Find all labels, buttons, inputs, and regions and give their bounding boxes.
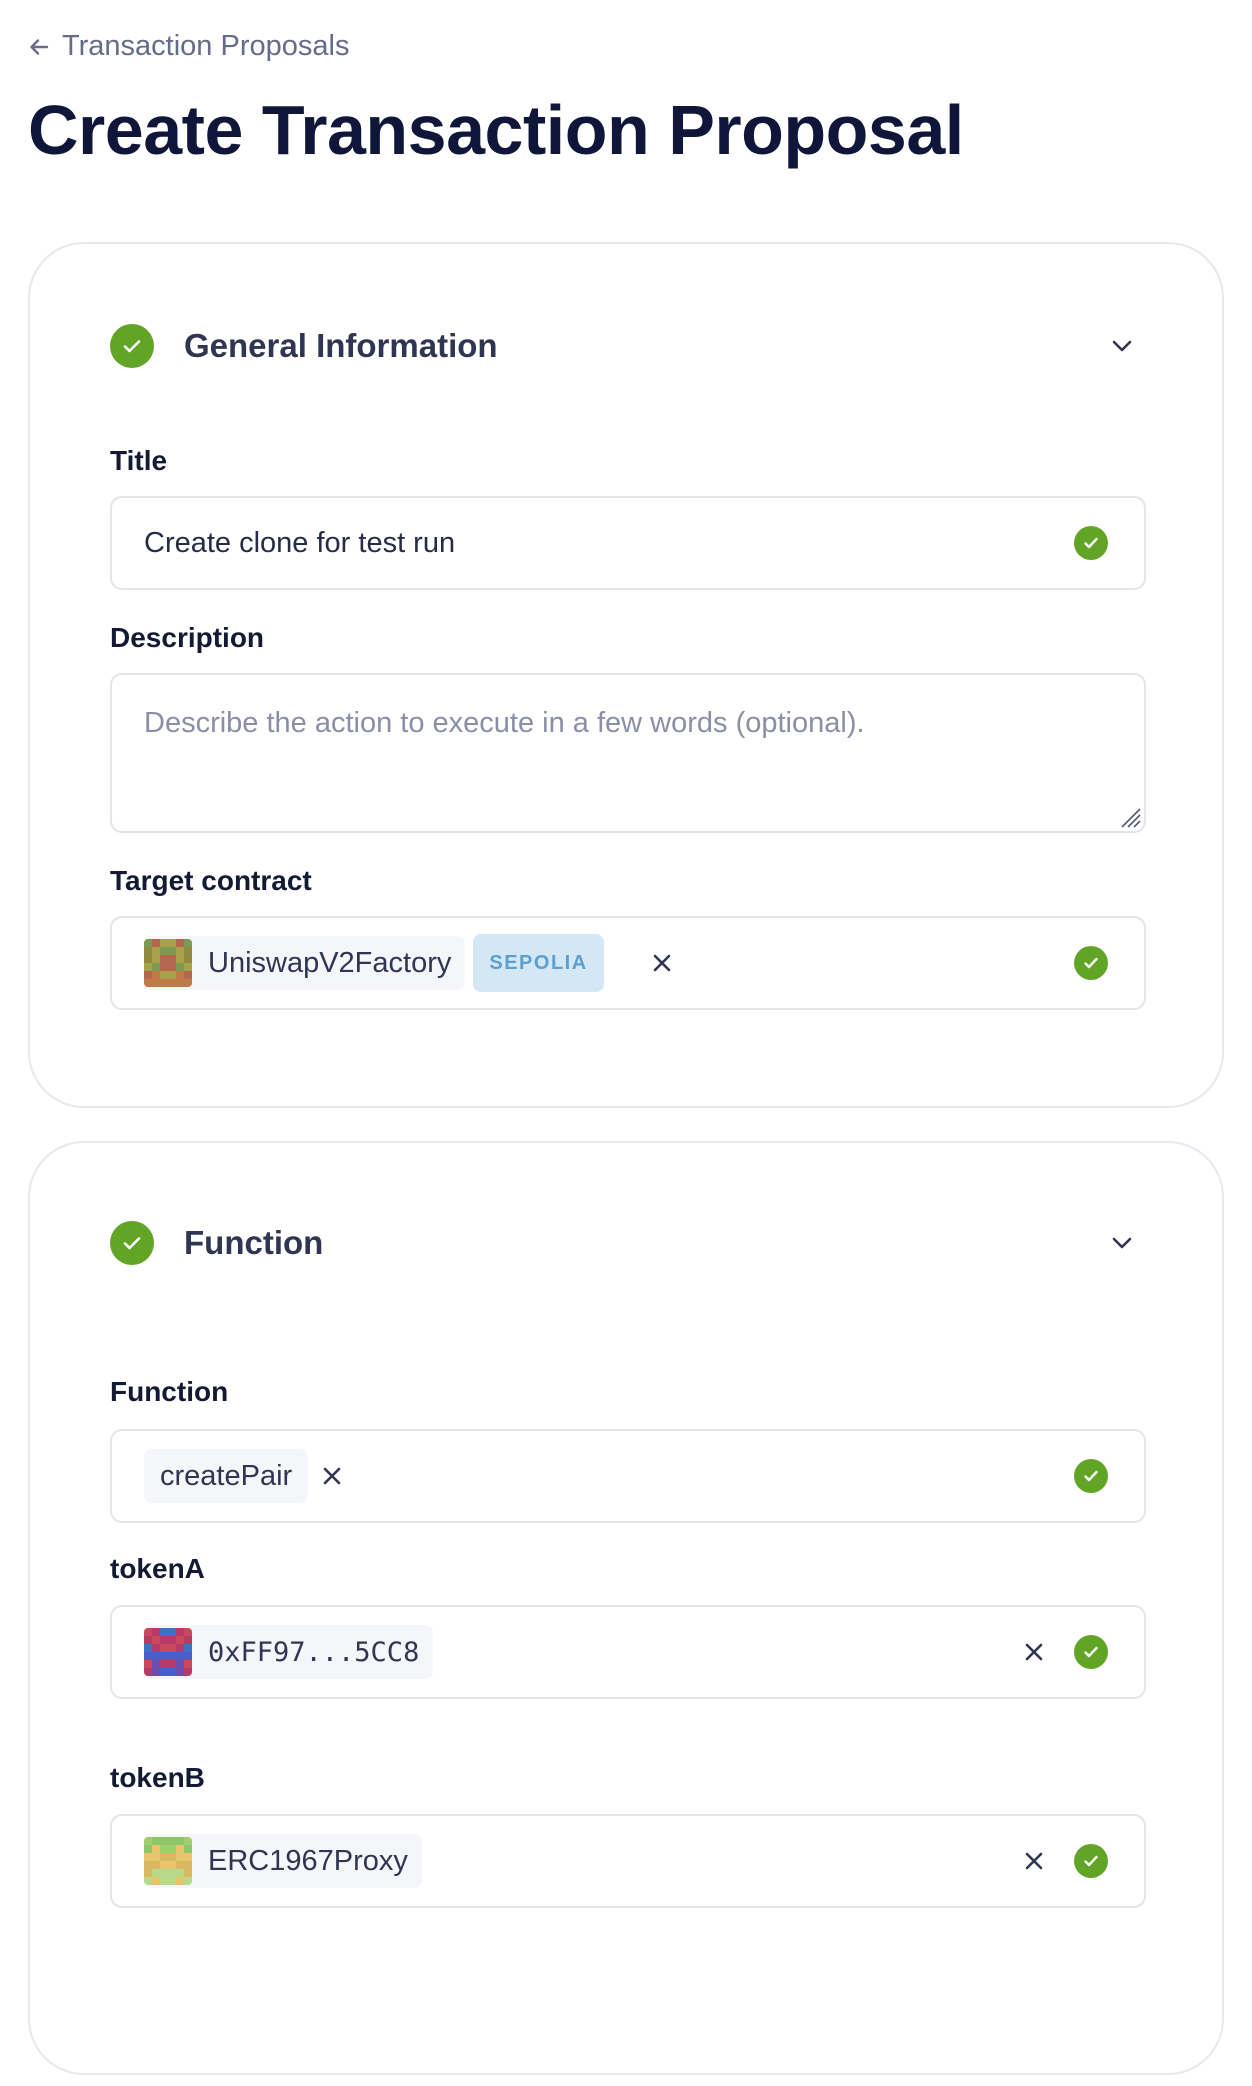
network-badge: SEPOLIA xyxy=(473,934,604,992)
tokenA-address: 0xFF97...5CC8 xyxy=(208,1636,420,1668)
description-placeholder: Describe the action to execute in a few … xyxy=(144,707,865,739)
target-contract-select[interactable]: UniswapV2Factory SEPOLIA xyxy=(110,916,1146,1010)
contract-chip: UniswapV2Factory xyxy=(144,936,466,990)
contract-name: UniswapV2Factory xyxy=(208,946,452,979)
close-icon[interactable] xyxy=(1016,1634,1052,1670)
title-input[interactable]: Create clone for test run xyxy=(110,496,1146,590)
tokenB-avatar xyxy=(144,1837,192,1885)
general-information-card: General Information Title Create clone f… xyxy=(28,242,1224,1108)
tokenA-chip: 0xFF97...5CC8 xyxy=(144,1625,434,1679)
function-name: createPair xyxy=(160,1459,293,1492)
title-label: Title xyxy=(110,445,168,476)
check-circle-icon xyxy=(1074,946,1108,980)
target-contract-label: Target contract xyxy=(110,865,312,896)
function-card: Function Function createPair tokenA 0xFF… xyxy=(28,1141,1224,2075)
title-input-value: Create clone for test run xyxy=(144,526,456,559)
check-circle-icon xyxy=(110,324,154,368)
tokenA-input[interactable]: 0xFF97...5CC8 xyxy=(110,1605,1146,1699)
tokenB-name: ERC1967Proxy xyxy=(208,1844,408,1877)
close-icon[interactable] xyxy=(314,1458,350,1494)
tokenB-label: tokenB xyxy=(110,1762,205,1793)
chevron-down-icon[interactable] xyxy=(1102,1223,1142,1263)
description-textarea[interactable]: Describe the action to execute in a few … xyxy=(110,673,1146,833)
check-circle-icon xyxy=(1074,1459,1108,1493)
description-label: Description xyxy=(110,622,265,653)
close-icon[interactable] xyxy=(644,945,680,981)
function-select[interactable]: createPair xyxy=(110,1429,1146,1523)
function-label: Function xyxy=(110,1376,229,1407)
function-chip: createPair xyxy=(144,1449,309,1503)
tokenA-label: tokenA xyxy=(110,1553,205,1584)
arrow-left-icon xyxy=(28,36,50,58)
tokenB-input[interactable]: ERC1967Proxy xyxy=(110,1814,1146,1908)
back-link[interactable]: Transaction Proposals xyxy=(28,30,349,63)
tokenA-avatar xyxy=(144,1628,192,1676)
close-icon[interactable] xyxy=(1016,1843,1052,1879)
general-information-header[interactable]: General Information xyxy=(110,324,1142,368)
contract-avatar xyxy=(144,939,192,987)
section-title: Function xyxy=(184,1224,324,1261)
check-circle-icon xyxy=(110,1221,154,1265)
chevron-down-icon[interactable] xyxy=(1102,326,1142,366)
check-circle-icon xyxy=(1074,1635,1108,1669)
check-circle-icon xyxy=(1074,1844,1108,1878)
check-circle-icon xyxy=(1074,526,1108,560)
section-title: General Information xyxy=(184,327,498,364)
page-title: Create Transaction Proposal xyxy=(28,91,964,169)
function-header[interactable]: Function xyxy=(110,1221,1142,1265)
tokenB-chip: ERC1967Proxy xyxy=(144,1834,422,1888)
back-link-label: Transaction Proposals xyxy=(62,30,350,62)
resize-grip-icon[interactable] xyxy=(1118,805,1142,829)
